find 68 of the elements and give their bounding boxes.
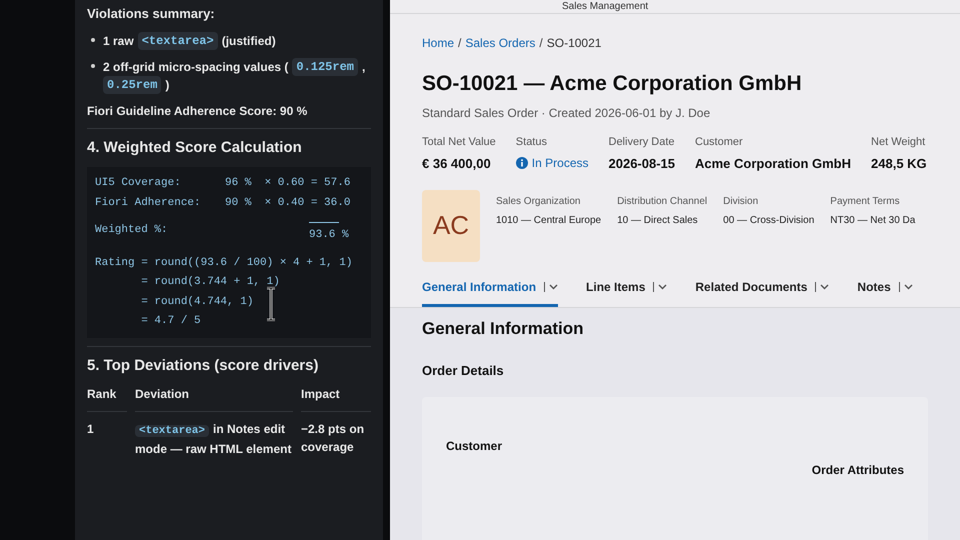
kpi-value: 248,5 KG [871,155,927,173]
inline-code: 0.25rem [103,76,162,94]
kpi-value: Acme Corporation GmbH [695,155,852,173]
column-header: Rank [87,385,127,412]
code-value: 96 % × 0.60 = 57.6 [225,176,352,191]
breadcrumb-link[interactable]: Sales Orders [465,34,536,52]
app-title: Sales Management [562,0,648,14]
chevron-down-icon [549,284,558,290]
status-text: In Process [532,155,588,172]
kpi-label: Net Weight [871,134,926,150]
table-cell-text: 1 [87,421,95,438]
bullet-text: 1 raw [103,32,134,50]
tab[interactable]: Notes [857,278,913,306]
breadcrumb-link[interactable]: Home [422,34,454,52]
bullet-text: (justified) [222,32,276,50]
tab[interactable]: Line Items [586,278,668,306]
column-header: Impact [301,385,371,412]
kpi-value: € 36 400,00 [422,155,492,173]
code-value: 90 % × 0.40 = 36.0 [225,196,352,210]
page-title: SO-10021 — Acme Corporation GmbH [422,71,803,97]
table-cell-text: −2.8 pts on coverage [301,421,366,456]
inline-code: <textarea> [138,32,218,50]
adherence-score: Fiori Guideline Adherence Score: 90 % [87,102,308,120]
subsection-title: Order Details [422,362,505,380]
attribute-label: Payment Terms [830,194,901,208]
attribute-value: 10 — Direct Sales [617,214,699,228]
section-heading: 5. Top Deviations (score drivers) [87,356,320,376]
code-line: = round(3.744 + 1, 1) [140,275,281,290]
code-label: Weighted %: [95,223,169,238]
bullet-text: ) [165,76,170,94]
tab[interactable]: Related Documents [695,278,830,306]
attribute-label: Sales Organization [496,194,582,208]
attribute-value: NT30 — Net 30 Da [830,214,916,228]
kpi-value: 2026-08-15 [608,155,675,173]
attribute-value: 00 — Cross-Division [723,214,814,228]
bullet-text: , [362,58,366,76]
breadcrumb-current: SO-10021 [546,35,602,52]
chevron-down-icon [820,284,830,290]
section-heading: 4. Weighted Score Calculation [87,138,303,158]
attribute-value: 1010 — Central Europe [496,214,602,228]
code-line: = 4.7 / 5 [140,314,202,329]
chevron-down-icon [904,284,913,290]
attribute-label: Division [723,194,760,208]
card-label: Order Attributes [812,462,904,478]
bullet-text: 2 off-grid micro-spacing values ( [103,58,288,76]
code-line: = round(4.744, 1) [140,294,254,310]
code-value: 93.6 % [309,228,349,243]
table-cell-text: <textarea> in Notes edit mode — raw HTML element [135,421,292,458]
kpi-label: Customer [695,134,744,150]
breadcrumb-separator: / [539,35,543,52]
violations-heading: Violations summary: [87,5,216,23]
code-label: Fiori Adherence: [95,196,202,210]
code-label: UI5 Coverage: [95,176,182,191]
kpi-label: Total Net Value [422,134,496,150]
inline-code: 0.125rem [292,58,358,76]
attribute-label: Distribution Channel [617,194,708,208]
chevron-down-icon [658,284,668,290]
section-title: General Information [422,318,585,340]
kpi-label: Delivery Date [608,134,675,150]
text-cursor-icon [265,286,277,320]
card-label: Customer [446,438,502,454]
avatar: AC [422,190,480,262]
breadcrumb-separator: / [458,35,462,52]
page-subtitle: Standard Sales Order · Created 2026-06-01 by J. Doe [422,104,712,122]
code-line: Rating = round((93.6 / 100) × 4 + 1, 1) [95,256,354,270]
kpi-label: Status [516,134,548,150]
column-header: Deviation [135,385,293,412]
info-icon [516,157,528,169]
